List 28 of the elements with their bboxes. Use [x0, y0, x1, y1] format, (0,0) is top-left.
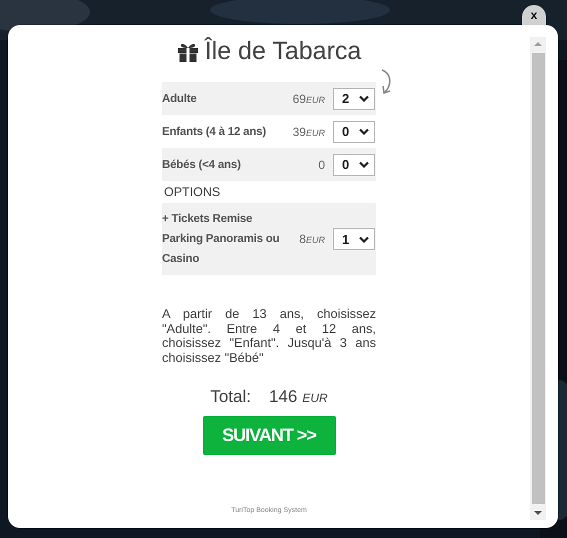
chevron-down-icon: [359, 236, 369, 242]
ticket-label: Bébés (<4 ans): [162, 158, 242, 172]
quantity-value: 1: [342, 232, 350, 246]
ticket-price: 0: [317, 158, 325, 172]
ticket-price: 39EUR: [292, 124, 325, 138]
quantity-select[interactable]: 0: [333, 120, 375, 142]
quantity-select[interactable]: 0: [333, 154, 375, 176]
options-heading: OPTIONS: [163, 184, 222, 201]
age-note: A partir de 13 ans, choisissez "Adulte". Entre 4 et 12 ans, choisissez "Enfant". Jusqu'à 3 ans choisissez "Bébé": [162, 307, 376, 365]
quantity-select[interactable]: 2: [333, 88, 375, 110]
total-amount: 146 EUR: [268, 387, 328, 407]
ticket-price: 8EUR: [298, 232, 325, 246]
dialog-title: Île de Tabarca: [204, 37, 362, 66]
gift-icon: [176, 42, 199, 62]
quantity-value: 2: [342, 91, 350, 106]
scroll-thumb[interactable]: [532, 53, 544, 504]
ticket-label: + Tickets Remise Parking Panoramis ou Casino: [162, 212, 280, 267]
chevron-down-icon: [359, 95, 369, 102]
ticket-label: Adulte: [162, 92, 198, 106]
scrollbar[interactable]: [530, 37, 546, 520]
chevron-down-icon: [359, 161, 369, 168]
chevron-down-icon: [359, 128, 369, 135]
ticket-price: 69EUR: [292, 92, 325, 106]
quantity-select[interactable]: 1: [333, 228, 375, 250]
total-label: Total:: [210, 387, 251, 407]
ticket-label: Enfants (4 à 12 ans): [162, 124, 268, 140]
quantity-value: 0: [342, 157, 350, 172]
quantity-value: 0: [342, 124, 350, 139]
